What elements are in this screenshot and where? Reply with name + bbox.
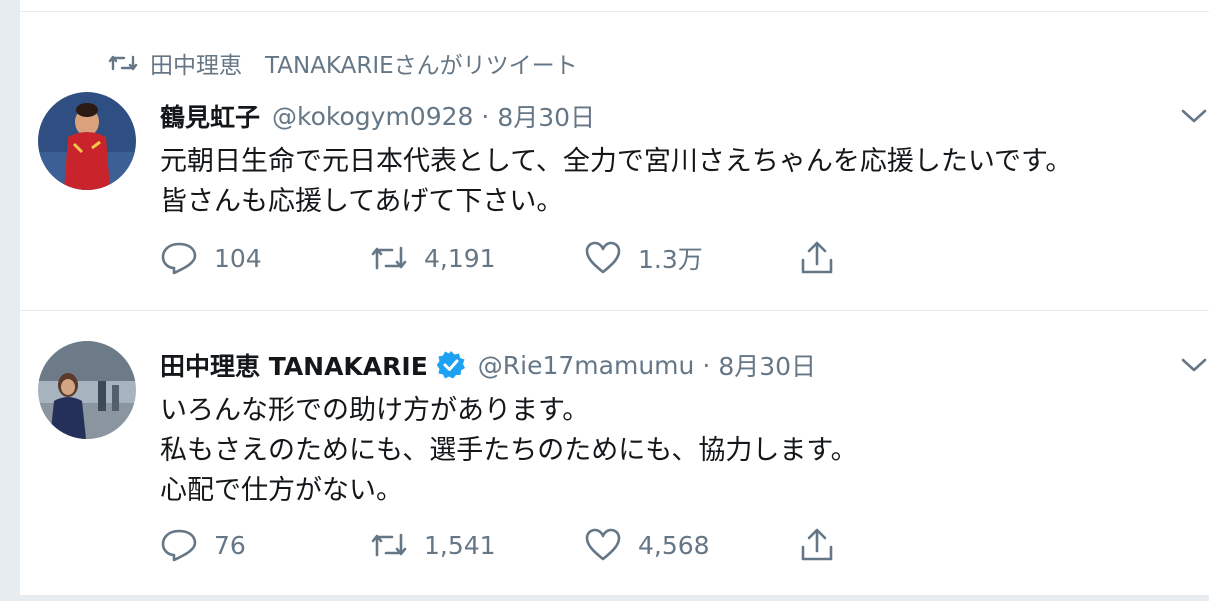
heart-icon (585, 241, 621, 274)
tweet-header: 田中理恵 TANAKARIE @Rie17mamumu · 8月30日 (160, 347, 816, 383)
share-button[interactable] (798, 238, 836, 278)
heart-icon (585, 528, 621, 561)
bottom-divider (20, 595, 1209, 601)
tweet[interactable]: 田中理恵 TANAKARIEさんがリツイート 鶴見虹子 @kokogym0928… (20, 12, 1209, 310)
tweet-text-line: 心配で仕方がない。 (160, 475, 403, 506)
avatar-image (38, 341, 136, 439)
verified-badge-icon (436, 351, 465, 379)
retweet-icon (108, 55, 138, 71)
separator-dot: · (702, 350, 711, 380)
like-button[interactable]: 4,568 (584, 525, 710, 565)
tweet-header: 鶴見虹子 @kokogym0928 · 8月30日 (160, 98, 595, 134)
avatar[interactable] (38, 341, 136, 439)
like-count: 4,568 (638, 530, 710, 560)
timestamp[interactable]: 8月30日 (497, 98, 595, 134)
tweet-actions: 104 4,191 1.3万 (160, 238, 860, 278)
separator-dot: · (481, 101, 490, 131)
reply-icon (161, 529, 197, 562)
chevron-down-icon[interactable] (1179, 355, 1209, 375)
tweet-text-line: いろんな形での助け方があります。 (160, 395, 590, 426)
like-button[interactable]: 1.3万 (584, 238, 703, 278)
tweet-text-line: 皆さんも応援してあげて下さい。 (160, 186, 564, 217)
share-icon (801, 528, 833, 561)
retweet-icon (371, 246, 407, 270)
like-count: 1.3万 (638, 245, 703, 274)
tweet-text: 元朝日生命で元日本代表として、全力で宮川さえちゃんを応援したいです。 皆さんも応… (160, 142, 1072, 222)
reply-button[interactable]: 76 (160, 525, 246, 565)
avatar-image (38, 92, 136, 190)
retweet-count: 4,191 (424, 243, 496, 273)
reply-count: 76 (214, 530, 246, 560)
share-icon (801, 241, 833, 274)
tweet[interactable]: 田中理恵 TANAKARIE @Rie17mamumu · 8月30日 いろんな… (20, 311, 1209, 601)
tweet-text-line: 元朝日生命で元日本代表として、全力で宮川さえちゃんを応援したいです。 (160, 146, 1073, 177)
tweet-text: いろんな形での助け方があります。 私もさえのためにも、選手たちのためにも、協力し… (160, 391, 858, 511)
retweet-context-text[interactable]: 田中理恵 TANAKARIEさんがリツイート (150, 46, 578, 80)
tweet-text-line: 私もさえのためにも、選手たちのためにも、協力します。 (160, 435, 858, 466)
display-name[interactable]: 鶴見虹子 (160, 98, 260, 134)
display-name[interactable]: 田中理恵 TANAKARIE (160, 347, 428, 383)
user-handle[interactable]: @Rie17mamumu (478, 351, 695, 380)
reply-button[interactable]: 104 (160, 238, 262, 278)
user-handle[interactable]: @kokogym0928 (272, 102, 473, 131)
retweet-button[interactable]: 4,191 (370, 238, 496, 278)
share-button[interactable] (798, 525, 836, 565)
retweet-button[interactable]: 1,541 (370, 525, 496, 565)
timeline: 田中理恵 TANAKARIEさんがリツイート 鶴見虹子 @kokogym0928… (20, 0, 1209, 601)
timestamp[interactable]: 8月30日 (718, 347, 816, 383)
avatar[interactable] (38, 92, 136, 190)
chevron-down-icon[interactable] (1179, 106, 1209, 126)
tweet-actions: 76 1,541 4,568 (160, 525, 860, 565)
reply-icon (161, 242, 197, 275)
retweet-context[interactable]: 田中理恵 TANAKARIEさんがリツイート (108, 46, 578, 80)
retweet-icon (371, 533, 407, 557)
reply-count: 104 (214, 243, 262, 273)
retweet-count: 1,541 (424, 530, 496, 560)
